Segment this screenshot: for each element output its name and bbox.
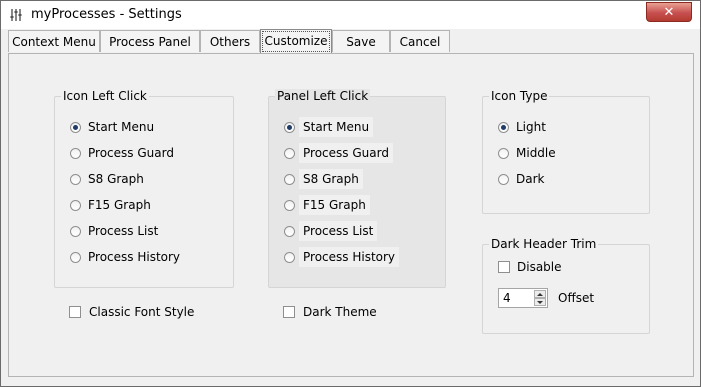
stepper-down-button[interactable] (534, 298, 546, 306)
dark-header-trim-title: Dark Header Trim (489, 237, 599, 251)
close-icon: ✕ (663, 4, 675, 20)
radio-button[interactable] (284, 147, 295, 159)
radio-button[interactable] (70, 251, 81, 263)
option-label: Middle (516, 146, 556, 160)
option-label: Process History (299, 247, 400, 267)
panel-left-click-option[interactable]: S8 Graph (284, 169, 363, 189)
classic-font-style-label: Classic Font Style (89, 305, 195, 319)
panel-left-click-option[interactable]: Process List (284, 221, 378, 241)
customize-panel: Icon Left Click Start Menu Process Guard… (8, 53, 694, 377)
icon-type-group: Icon Type Light Middle Dark (482, 89, 650, 214)
option-label: F15 Graph (299, 195, 370, 215)
radio-button[interactable] (284, 173, 295, 185)
settings-window: myProcesses - Settings ✕ Context Menu Pr… (0, 0, 701, 387)
icon-left-click-group: Icon Left Click Start Menu Process Guard… (54, 89, 234, 288)
close-button[interactable]: ✕ (646, 2, 692, 22)
stepper-up-button[interactable] (534, 290, 546, 298)
panel-left-click-title: Panel Left Click (275, 89, 371, 103)
tab-cancel[interactable]: Cancel (390, 30, 450, 52)
chevron-up-icon (537, 292, 543, 296)
panel-left-click-option[interactable]: Start Menu (284, 117, 374, 137)
icon-type-title: Icon Type (489, 89, 550, 103)
disable-label: Disable (517, 260, 562, 274)
option-label: Process List (88, 224, 159, 238)
radio-button[interactable] (498, 147, 509, 159)
classic-font-style-checkbox[interactable] (69, 306, 81, 318)
radio-button[interactable] (284, 199, 295, 211)
tab-save[interactable]: Save (332, 30, 390, 52)
option-label: Process History (88, 250, 181, 264)
tab-context-menu[interactable]: Context Menu (8, 30, 100, 52)
radio-button[interactable] (70, 147, 81, 159)
option-label: Process List (299, 221, 378, 241)
window-title: myProcesses - Settings (31, 7, 182, 22)
option-label: F15 Graph (88, 198, 151, 212)
option-label: Start Menu (299, 117, 374, 137)
option-label: Light (516, 120, 546, 134)
option-label: S8 Graph (88, 172, 144, 186)
radio-button[interactable] (284, 251, 295, 263)
radio-button[interactable] (70, 225, 81, 237)
dark-header-trim-group: Dark Header Trim Disable 4 Offset (482, 237, 650, 334)
radio-button[interactable] (498, 173, 509, 185)
icon-left-click-title: Icon Left Click (61, 89, 149, 103)
offset-label: Offset (558, 291, 595, 305)
disable-checkbox[interactable] (498, 261, 510, 273)
option-label: S8 Graph (299, 169, 363, 189)
option-label: Process Guard (299, 143, 393, 163)
dark-theme-checkbox[interactable] (283, 306, 295, 318)
panel-left-click-option[interactable]: Process Guard (284, 143, 393, 163)
radio-button[interactable] (70, 173, 81, 185)
radio-button[interactable] (284, 121, 295, 133)
option-label: Start Menu (88, 120, 155, 134)
dark-theme-label: Dark Theme (303, 305, 377, 319)
radio-button[interactable] (70, 121, 81, 133)
classic-font-style-option[interactable]: Classic Font Style (69, 302, 194, 322)
disable-checkbox-option[interactable]: Disable (498, 257, 562, 277)
icon-type-option[interactable]: Light (498, 117, 546, 137)
panel-left-click-option[interactable]: Process History (284, 247, 400, 267)
radio-button[interactable] (70, 199, 81, 211)
tab-customize[interactable]: Customize (260, 29, 332, 54)
option-label: Process Guard (88, 146, 174, 160)
radio-button[interactable] (284, 225, 295, 237)
chevron-down-icon (537, 300, 543, 304)
option-label: Dark (516, 172, 545, 186)
offset-value[interactable]: 4 (503, 291, 511, 305)
icon-type-option[interactable]: Middle (498, 143, 556, 163)
icon-left-click-option[interactable]: F15 Graph (70, 195, 151, 215)
panel-left-click-group: Panel Left Click Start Menu Process Guar… (268, 89, 446, 288)
offset-stepper[interactable]: 4 (498, 288, 548, 308)
radio-button[interactable] (498, 121, 509, 133)
icon-left-click-option[interactable]: Start Menu (70, 117, 154, 137)
equalizer-icon (10, 9, 22, 21)
icon-left-click-option[interactable]: S8 Graph (70, 169, 144, 189)
icon-left-click-option[interactable]: Process List (70, 221, 158, 241)
tab-others[interactable]: Others (200, 30, 260, 52)
panel-left-click-option[interactable]: F15 Graph (284, 195, 370, 215)
icon-type-option[interactable]: Dark (498, 169, 544, 189)
tab-process-panel[interactable]: Process Panel (100, 30, 200, 52)
dark-theme-option[interactable]: Dark Theme (283, 302, 377, 322)
title-bar[interactable]: myProcesses - Settings ✕ (1, 1, 700, 29)
icon-left-click-option[interactable]: Process Guard (70, 143, 174, 163)
icon-left-click-option[interactable]: Process History (70, 247, 180, 267)
